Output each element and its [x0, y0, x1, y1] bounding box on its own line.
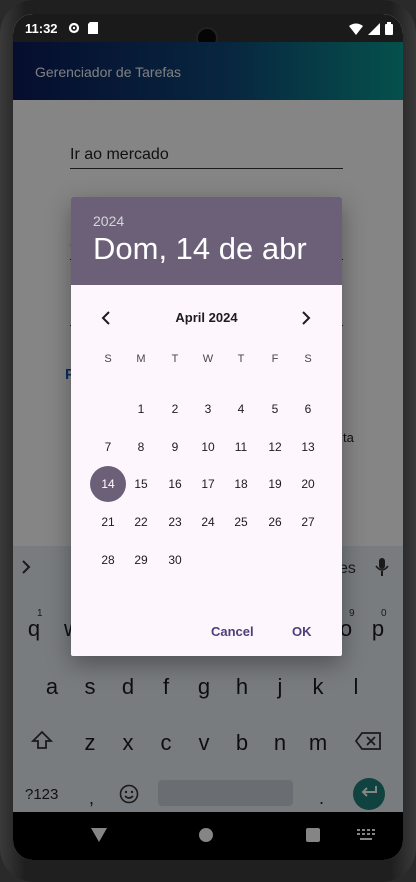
weekday-header: T [237, 353, 245, 365]
calendar-day[interactable]: 4 [223, 391, 259, 427]
weekday-header: S [104, 353, 112, 365]
wifi-icon [349, 23, 363, 38]
calendar-day-selected[interactable]: 14 [90, 466, 126, 503]
calendar-day[interactable]: 2 [157, 391, 193, 427]
chevron-right-icon[interactable] [295, 307, 317, 329]
calendar-day[interactable]: 25 [223, 504, 259, 540]
date-picker-header: 2024 Dom, 14 de abr [71, 197, 342, 285]
date-picker-dialog: 2024 Dom, 14 de abr April 2024 SMTWTFS 1… [71, 197, 342, 656]
calendar-day[interactable]: 23 [157, 504, 193, 540]
calendar-day[interactable]: 5 [257, 391, 293, 427]
calendar-day[interactable]: 26 [257, 504, 293, 540]
calendar-day[interactable]: 10 [190, 429, 226, 465]
calendar-day[interactable]: 21 [90, 504, 126, 540]
weekday-header: W [202, 353, 214, 365]
weekday-header: F [271, 353, 279, 365]
calendar-day[interactable]: 12 [257, 429, 293, 465]
calendar-day[interactable]: 30 [157, 542, 193, 578]
calendar-day[interactable]: 9 [157, 429, 193, 465]
calendar-day[interactable]: 27 [290, 504, 326, 540]
signal-icon [368, 22, 380, 38]
calendar-day[interactable]: 1 [123, 391, 159, 427]
calendar-day[interactable]: 8 [123, 429, 159, 465]
settings-icon [68, 22, 80, 34]
selected-year[interactable]: 2024 [93, 213, 124, 229]
calendar-day[interactable]: 13 [290, 429, 326, 465]
cancel-button[interactable]: Cancel [211, 624, 254, 639]
weekday-header: M [136, 353, 146, 365]
calendar-day[interactable]: 11 [223, 429, 259, 465]
device-frame: 11:32 Gerenciador de Tarefas Ir ao merca… [0, 0, 416, 882]
battery-icon [385, 22, 393, 38]
calendar-day[interactable]: 18 [223, 466, 259, 502]
calendar-day[interactable]: 6 [290, 391, 326, 427]
calendar-day[interactable]: 19 [257, 466, 293, 502]
screen: 11:32 Gerenciador de Tarefas Ir ao merca… [13, 14, 403, 860]
status-icons [349, 22, 393, 38]
calendar-day[interactable]: 20 [290, 466, 326, 502]
weekday-header: T [171, 353, 179, 365]
selected-date-headline: Dom, 14 de abr [93, 231, 307, 266]
sd-card-icon [87, 22, 100, 34]
calendar-day[interactable]: 7 [90, 429, 126, 465]
ok-button[interactable]: OK [292, 624, 312, 639]
calendar-day[interactable]: 3 [190, 391, 226, 427]
calendar-day[interactable]: 16 [157, 466, 193, 502]
calendar-day[interactable]: 29 [123, 542, 159, 578]
status-time: 11:32 [25, 20, 58, 36]
calendar-day[interactable]: 15 [123, 466, 159, 502]
calendar-day[interactable]: 24 [190, 504, 226, 540]
weekday-header: S [304, 353, 312, 365]
calendar-day[interactable]: 28 [90, 542, 126, 578]
calendar-day[interactable]: 22 [123, 504, 159, 540]
calendar-day[interactable]: 17 [190, 466, 226, 502]
